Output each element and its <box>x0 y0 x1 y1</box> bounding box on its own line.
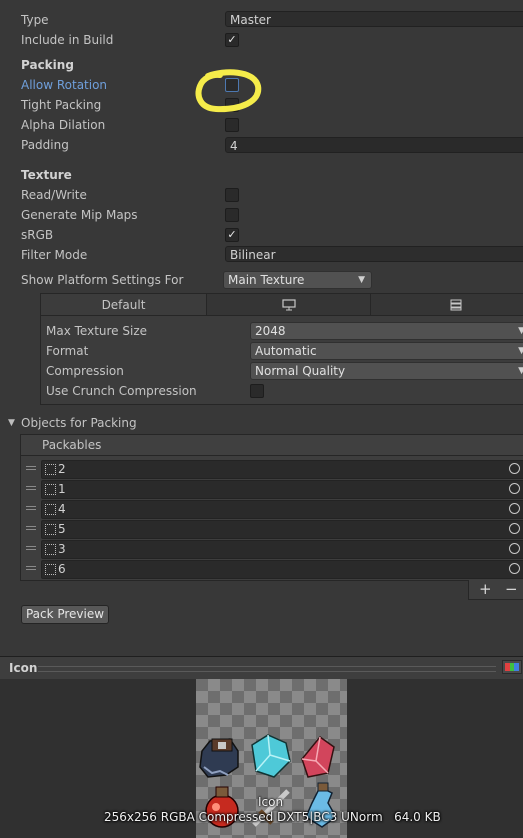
compression-value: Normal Quality <box>255 364 346 378</box>
list-item[interactable]: 3 <box>41 540 523 559</box>
list-item-label: 6 <box>58 562 66 576</box>
chevron-down-icon: ▼ <box>518 323 523 339</box>
read-write-checkbox[interactable] <box>225 188 239 202</box>
format-dropdown[interactable]: Automatic ▼ <box>250 342 523 360</box>
max-texture-size-label: Max Texture Size <box>46 324 147 338</box>
allow-rotation-label: Allow Rotation <box>21 78 108 92</box>
grid-icon <box>450 299 462 311</box>
mipmaps-label: Generate Mip Maps <box>21 208 138 222</box>
platform-settings-dropdown[interactable]: Main Texture ▼ <box>223 271 372 289</box>
mipmaps-checkbox[interactable] <box>225 208 239 222</box>
sprite-object-icon <box>45 564 56 575</box>
object-picker-icon[interactable] <box>509 503 520 514</box>
platform-settings-value: Main Texture <box>228 273 305 287</box>
type-value: Master <box>230 13 271 27</box>
sprite-object-icon <box>45 464 56 475</box>
add-item-button[interactable]: + <box>479 580 492 598</box>
foldout-arrow-icon[interactable]: ▼ <box>8 418 15 428</box>
list-item-label: 2 <box>58 462 66 476</box>
format-value: Automatic <box>255 344 317 358</box>
tab-divider <box>41 315 523 316</box>
alpha-dilation-checkbox[interactable] <box>225 118 239 132</box>
chevron-down-icon: ▼ <box>518 343 523 359</box>
padding-label: Padding <box>21 138 69 152</box>
drag-handle-icon[interactable] <box>26 504 36 510</box>
packing-header: Packing <box>21 58 74 72</box>
padding-value: 4 <box>230 139 238 153</box>
drag-handle-icon[interactable] <box>26 544 36 550</box>
drag-handle-icon[interactable] <box>26 564 36 570</box>
sprite-object-icon <box>45 524 56 535</box>
type-label: Type <box>21 13 49 27</box>
list-item-label: 5 <box>58 522 66 536</box>
list-item[interactable]: 1 <box>41 480 523 499</box>
drag-handle-icon[interactable] <box>26 484 36 490</box>
format-label: Format <box>46 344 89 358</box>
crunch-compression-label: Use Crunch Compression <box>46 384 197 398</box>
object-picker-icon[interactable] <box>509 543 520 554</box>
list-item[interactable]: 6 <box>41 560 523 579</box>
monitor-icon <box>281 299 296 311</box>
list-item-label: 3 <box>58 542 66 556</box>
tab-default-label: Default <box>101 298 146 312</box>
include-in-build-label: Include in Build <box>21 33 114 47</box>
drag-handle-icon[interactable] <box>26 524 36 530</box>
preview-sprite-name: Icon <box>258 795 284 809</box>
sprite-object-icon <box>45 484 56 495</box>
include-in-build-checkbox[interactable]: ✓ <box>225 33 239 47</box>
sprite-object-icon <box>45 544 56 555</box>
texture-header: Texture <box>21 168 72 182</box>
object-picker-icon[interactable] <box>509 483 520 494</box>
max-texture-size-dropdown[interactable]: 2048 ▼ <box>250 322 523 340</box>
tight-packing-label: Tight Packing <box>21 98 102 112</box>
type-field[interactable]: Master <box>225 11 523 27</box>
drag-bar[interactable] <box>38 666 496 672</box>
list-item-label: 4 <box>58 502 66 516</box>
preview-header: Icon <box>0 657 523 679</box>
packables-title: Packables <box>42 438 102 452</box>
chevron-down-icon: ▼ <box>358 275 365 285</box>
pack-preview-button[interactable]: Pack Preview <box>21 605 109 624</box>
list-item[interactable]: 5 <box>41 520 523 539</box>
preview-info: 256x256 RGBA Compressed DXT5|BC3 UNorm 6… <box>104 810 441 824</box>
object-picker-icon[interactable] <box>509 463 520 474</box>
tab-default[interactable]: Default <box>41 294 207 316</box>
packables-header: Packables <box>20 434 523 456</box>
platform-settings-label: Show Platform Settings For <box>21 273 184 287</box>
sprite-object-icon <box>45 504 56 515</box>
preview-title: Icon <box>9 661 38 675</box>
srgb-label: sRGB <box>21 228 54 242</box>
list-item[interactable]: 4 <box>41 500 523 519</box>
tab-server[interactable] <box>371 294 523 316</box>
tab-standalone[interactable] <box>207 294 371 316</box>
list-item-label: 1 <box>58 482 66 496</box>
chevron-down-icon: ▼ <box>518 363 523 379</box>
alpha-dilation-label: Alpha Dilation <box>21 118 106 132</box>
list-item[interactable]: 2 <box>41 460 523 479</box>
object-picker-icon[interactable] <box>509 563 520 574</box>
drag-handle-icon[interactable] <box>26 464 36 470</box>
remove-item-button[interactable]: − <box>505 580 518 598</box>
filter-mode-dropdown[interactable]: Bilinear <box>225 246 523 262</box>
compression-dropdown[interactable]: Normal Quality ▼ <box>250 362 523 380</box>
object-picker-icon[interactable] <box>509 523 520 534</box>
filter-mode-value: Bilinear <box>230 248 276 262</box>
padding-field[interactable]: 4 <box>225 137 523 153</box>
srgb-checkbox[interactable]: ✓ <box>225 228 239 242</box>
rgb-channel-icon <box>505 663 519 671</box>
color-channel-button[interactable] <box>502 660 522 674</box>
list-footer: + − <box>468 580 523 600</box>
compression-label: Compression <box>46 364 124 378</box>
crunch-compression-checkbox[interactable] <box>250 384 264 398</box>
max-texture-size-value: 2048 <box>255 324 286 338</box>
highlight-circle-annotation <box>195 69 262 113</box>
filter-mode-label: Filter Mode <box>21 248 88 262</box>
read-write-label: Read/Write <box>21 188 87 202</box>
objects-for-packing-foldout[interactable]: Objects for Packing <box>21 416 137 430</box>
